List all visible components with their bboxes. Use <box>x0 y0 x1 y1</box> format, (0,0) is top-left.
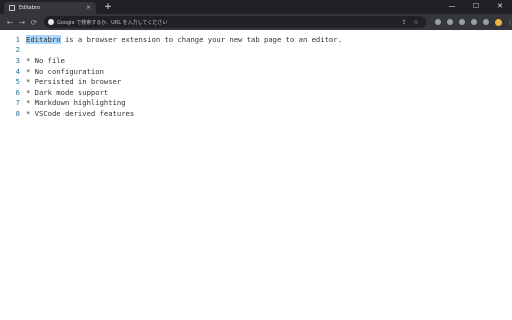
extension-1-glyph <box>435 19 441 25</box>
address-bar-actions: ⇪ ☆ <box>398 16 422 28</box>
editor-line[interactable]: 3 * No file <box>0 55 512 65</box>
maximize-button[interactable]: ☐ <box>464 0 488 12</box>
sidebar-icon[interactable] <box>480 16 492 28</box>
minimize-button[interactable]: — <box>440 0 464 12</box>
reload-button[interactable]: ⟳ <box>28 16 40 28</box>
extension-3-glyph <box>459 19 465 25</box>
line-number: 7 <box>15 97 20 107</box>
line-number: 1 <box>15 34 20 44</box>
extension-2-icon[interactable] <box>444 16 456 28</box>
extensions-puzzle-icon[interactable] <box>468 16 480 28</box>
extension-2-glyph <box>447 19 453 25</box>
line-number: 4 <box>15 66 20 76</box>
browser-toolbar: ← → ⟳ Google で検索するか、URL を入力してください ⇪ ☆ ⋮ <box>0 14 512 30</box>
profile-avatar[interactable] <box>492 16 504 28</box>
close-window-button[interactable]: ✕ <box>488 0 512 12</box>
editor-line[interactable]: 4 * No configuration <box>0 66 512 76</box>
bookmark-star-icon[interactable]: ☆ <box>410 19 422 26</box>
profile-avatar-glyph <box>494 18 502 26</box>
editabro-favicon-icon <box>9 5 15 11</box>
back-button[interactable]: ← <box>4 16 16 28</box>
line-number: 6 <box>15 87 20 97</box>
extensions-bar: ⋮ <box>432 16 512 28</box>
new-tab-button[interactable]: + <box>103 2 113 12</box>
tab-title: Editabro <box>19 5 40 11</box>
line-text-rest: is a browser extension to change your ne… <box>60 34 342 44</box>
extension-1-icon[interactable] <box>432 16 444 28</box>
editor-line[interactable]: 5 * Persisted in browser <box>0 76 512 86</box>
sidebar-glyph <box>483 19 489 25</box>
share-icon[interactable]: ⇪ <box>398 19 410 26</box>
line-number: 3 <box>15 55 20 65</box>
forward-button[interactable]: → <box>16 16 28 28</box>
window-controls: — ☐ ✕ <box>440 0 512 12</box>
line-text: * Markdown highlighting <box>26 97 126 107</box>
editor-line[interactable]: 7 * Markdown highlighting <box>0 97 512 107</box>
line-text: Editabro is a browser extension to chang… <box>26 34 342 44</box>
line-text: * No configuration <box>26 66 104 76</box>
editor-area[interactable]: 1 Editabro is a browser extension to cha… <box>0 30 512 320</box>
editor-line[interactable]: 6 * Dark mode support <box>0 87 512 97</box>
address-bar[interactable]: Google で検索するか、URL を入力してください ⇪ ☆ <box>44 16 426 28</box>
line-number: 8 <box>15 108 20 118</box>
tab-close-icon[interactable]: × <box>86 5 91 11</box>
line-text: * Dark mode support <box>26 87 109 97</box>
browser-window: Editabro × + — ☐ ✕ ← → ⟳ Google で検索するか、U… <box>0 0 512 320</box>
extension-3-icon[interactable] <box>456 16 468 28</box>
line-number: 5 <box>15 76 20 86</box>
line-text: * No file <box>26 55 65 65</box>
editor-line[interactable]: 1 Editabro is a browser extension to cha… <box>0 34 512 44</box>
address-bar-placeholder: Google で検索するか、URL を入力してください <box>57 19 168 26</box>
editor-line[interactable]: 2 <box>0 44 512 54</box>
puzzle-glyph <box>471 19 477 25</box>
line-text: * Persisted in browser <box>26 76 122 86</box>
tab-editabro[interactable]: Editabro × <box>4 2 96 14</box>
selected-text: Editabro <box>26 34 61 44</box>
line-text: * VSCode derived features <box>26 108 135 118</box>
line-number: 2 <box>15 44 20 54</box>
menu-dots-icon[interactable]: ⋮ <box>504 16 512 28</box>
tab-strip: Editabro × + — ☐ ✕ <box>0 0 512 14</box>
editor-line[interactable]: 8 * VSCode derived features <box>0 108 512 118</box>
google-icon <box>48 19 54 25</box>
